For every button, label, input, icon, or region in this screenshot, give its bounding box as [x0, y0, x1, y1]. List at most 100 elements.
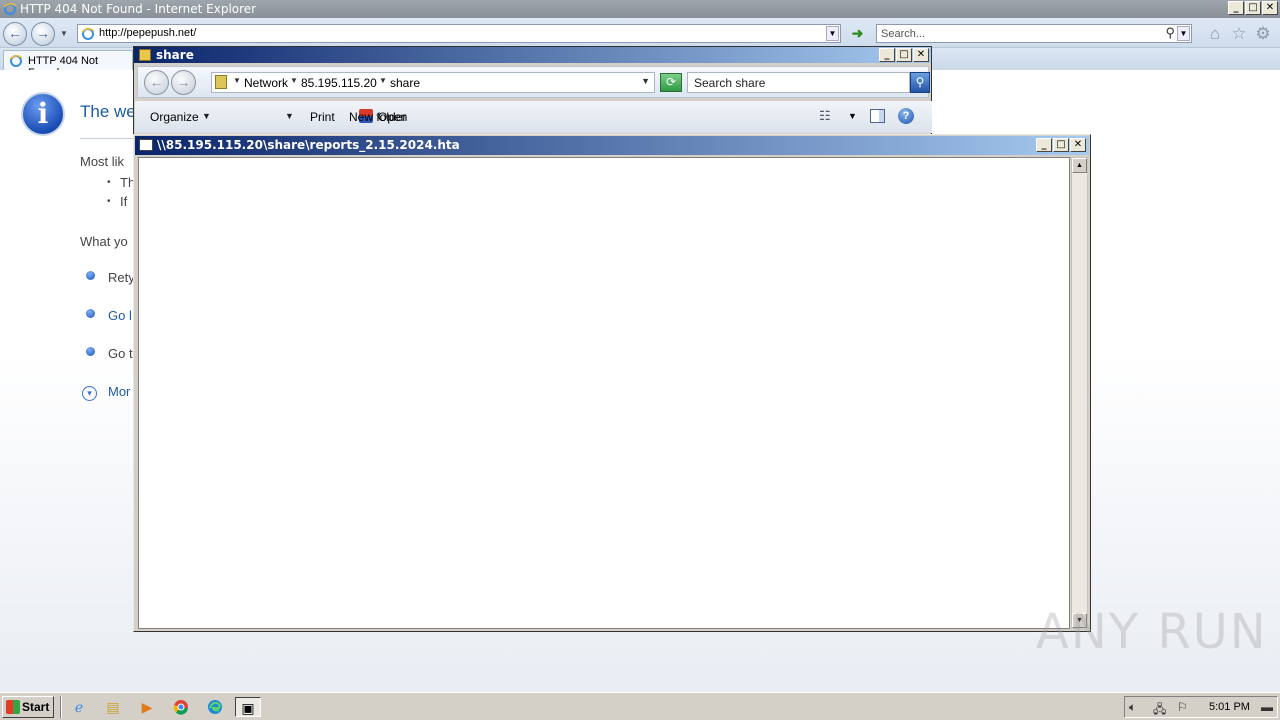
view-options-icon[interactable]: ☷	[819, 108, 831, 124]
network-icon[interactable]: 🖧	[1153, 700, 1166, 720]
more-info-link[interactable]: Mor	[108, 384, 130, 399]
breadcrumb-arrow-icon[interactable]: ▼	[290, 76, 298, 85]
bullet-dot-icon: •	[107, 177, 111, 188]
start-button[interactable]: Start	[2, 696, 54, 718]
share-titlebar[interactable]: share _ □ ✕	[134, 47, 931, 63]
breadcrumb-network[interactable]: Network	[244, 76, 288, 90]
hta-window: \\85.195.115.20\share\reports_2.15.2024.…	[133, 134, 1091, 632]
volume-icon[interactable]: 🔈︎	[1129, 700, 1136, 715]
breadcrumb-dropdown-icon[interactable]: ▼	[641, 76, 650, 86]
search-icon[interactable]: ⚲	[1165, 25, 1175, 41]
error-heading: The we	[80, 102, 136, 121]
hta-content-area[interactable]	[138, 157, 1070, 629]
breadcrumb-arrow-icon[interactable]: ▼	[379, 76, 387, 85]
windows-flag-icon	[6, 700, 20, 714]
ie-tab-404[interactable]: HTTP 404 Not Found	[3, 50, 133, 79]
breadcrumb-share[interactable]: share	[390, 76, 420, 90]
share-maximize-button[interactable]: □	[896, 48, 912, 62]
share-close-button[interactable]: ✕	[913, 48, 929, 62]
taskbar-internet-explorer-icon[interactable]: ℯ	[68, 697, 90, 717]
command-bar: Organize ▼ Open	[135, 101, 932, 133]
share-search-icon[interactable]: ⚲	[910, 72, 930, 93]
hta-maximize-button[interactable]: □	[1053, 138, 1069, 152]
search-dropdown-icon[interactable]: ▼	[1177, 26, 1190, 41]
clock[interactable]: 5:01 PM	[1209, 701, 1250, 713]
scroll-up-arrow-icon[interactable]: ▲	[1072, 158, 1087, 173]
go-back-link[interactable]: Go l	[108, 308, 132, 323]
share-navigation-bar: ← → ▼ Network ▼ 85.195.115.20 ▼ share ▼ …	[137, 66, 930, 98]
share-folder-icon	[139, 49, 151, 61]
help-icon[interactable]: ?	[898, 108, 914, 124]
ie-minimize-button[interactable]: _	[1228, 1, 1244, 15]
ie-search-placeholder: Search...	[881, 28, 926, 40]
retype-text: Rety	[108, 270, 135, 285]
network-location-icon	[215, 75, 227, 89]
print-button[interactable]: Print	[310, 110, 335, 124]
share-window-title: share	[156, 48, 194, 62]
view-dropdown-icon[interactable]: ▼	[848, 111, 857, 121]
expand-chevron-icon[interactable]: ▾	[82, 386, 97, 401]
share-forward-arrow-icon[interactable]: →	[171, 70, 196, 95]
most-likely-text: Most lik	[80, 154, 125, 169]
ie-window-title: HTTP 404 Not Found - Internet Explorer	[20, 2, 257, 16]
organize-dropdown-icon[interactable]: ▼	[202, 111, 211, 121]
favorites-star-icon[interactable]: ☆	[1229, 24, 1249, 44]
address-text[interactable]: http://pepepush.net/	[99, 27, 196, 39]
taskbar-file-explorer-icon[interactable]: ▤	[102, 697, 124, 717]
share-search-input[interactable]: Search share	[687, 72, 910, 93]
blue-bullet-icon	[86, 347, 95, 356]
organize-button[interactable]: Organize	[150, 110, 199, 124]
ie-logo-icon	[3, 2, 17, 16]
hta-window-title: \\85.195.115.20\share\reports_2.15.2024.…	[157, 138, 460, 152]
go-arrow-icon[interactable]: ➜	[848, 24, 867, 43]
hta-close-button[interactable]: ✕	[1070, 138, 1086, 152]
ie-search-input[interactable]: Search... ⚲ ▼	[876, 24, 1192, 43]
system-tray: 🔈︎ 🖧 ⚐ 5:01 PM ▬	[1124, 696, 1278, 718]
refresh-icon[interactable]: ⟳	[660, 73, 682, 92]
taskbar-media-player-icon[interactable]: ▶	[136, 697, 158, 717]
blue-bullet-icon	[86, 309, 95, 318]
blue-bullet-icon	[86, 271, 95, 280]
hta-vertical-scrollbar[interactable]: ▲ ▼	[1071, 157, 1088, 629]
home-icon[interactable]: ⌂	[1205, 24, 1225, 44]
hta-minimize-button[interactable]: _	[1036, 138, 1052, 152]
start-label: Start	[22, 700, 50, 714]
address-bar[interactable]: http://pepepush.net/ ▼	[77, 24, 841, 43]
address-dropdown-icon[interactable]: ▼	[826, 26, 839, 41]
ie-titlebar[interactable]: HTTP 404 Not Found - Internet Explorer _…	[0, 0, 1280, 18]
bullet-text-2: If	[120, 194, 128, 209]
hta-titlebar[interactable]: \\85.195.115.20\share\reports_2.15.2024.…	[135, 136, 1089, 155]
hta-app-icon	[139, 139, 153, 151]
taskbar-chrome-icon[interactable]	[170, 697, 192, 717]
taskbar-hta-window-icon[interactable]: ▣	[235, 697, 261, 717]
history-dropdown-icon[interactable]: ▼	[60, 29, 68, 38]
taskbar-separator	[60, 696, 62, 718]
action-center-flag-icon[interactable]: ⚐	[1177, 700, 1188, 714]
taskbar-edge-icon[interactable]	[204, 697, 226, 717]
show-desktop-icon[interactable]: ▬	[1261, 700, 1273, 714]
preview-pane-icon[interactable]	[870, 109, 885, 123]
share-back-arrow-icon[interactable]: ←	[144, 70, 169, 95]
what-you-can-try-text: What yo	[80, 234, 128, 249]
ie-restore-button[interactable]: □	[1245, 1, 1261, 15]
breadcrumb[interactable]: ▼ Network ▼ 85.195.115.20 ▼ share ▼	[211, 72, 655, 93]
breadcrumb-host[interactable]: 85.195.115.20	[301, 76, 377, 90]
ie-page-icon	[81, 28, 95, 40]
open-dropdown-icon[interactable]: ▼	[285, 111, 294, 121]
share-search-placeholder: Search share	[694, 76, 766, 90]
go-to-text: Go t	[108, 346, 133, 361]
breadcrumb-arrow-icon[interactable]: ▼	[233, 76, 241, 85]
heading-divider	[80, 138, 140, 139]
ie-close-button[interactable]: ✕	[1262, 1, 1278, 15]
taskbar: Start ℯ ▤ ▶ ▣ 🔈︎ 🖧 ⚐ 5:01 PM ▬	[0, 692, 1280, 720]
new-folder-button[interactable]: New folder	[349, 110, 406, 124]
back-arrow-icon[interactable]: ←	[3, 22, 27, 46]
anyrun-watermark: ANY RUN	[1036, 604, 1268, 660]
bullet-dot-icon: •	[107, 196, 111, 207]
share-minimize-button[interactable]: _	[879, 48, 895, 62]
forward-arrow-icon[interactable]: →	[31, 22, 55, 46]
share-explorer-window: share _ □ ✕ ← → ▼ Network ▼ 85.195.115.2…	[133, 46, 932, 136]
settings-gear-icon[interactable]: ⚙	[1253, 24, 1273, 44]
info-icon: i	[21, 92, 65, 136]
ie-tab-icon	[9, 55, 23, 67]
